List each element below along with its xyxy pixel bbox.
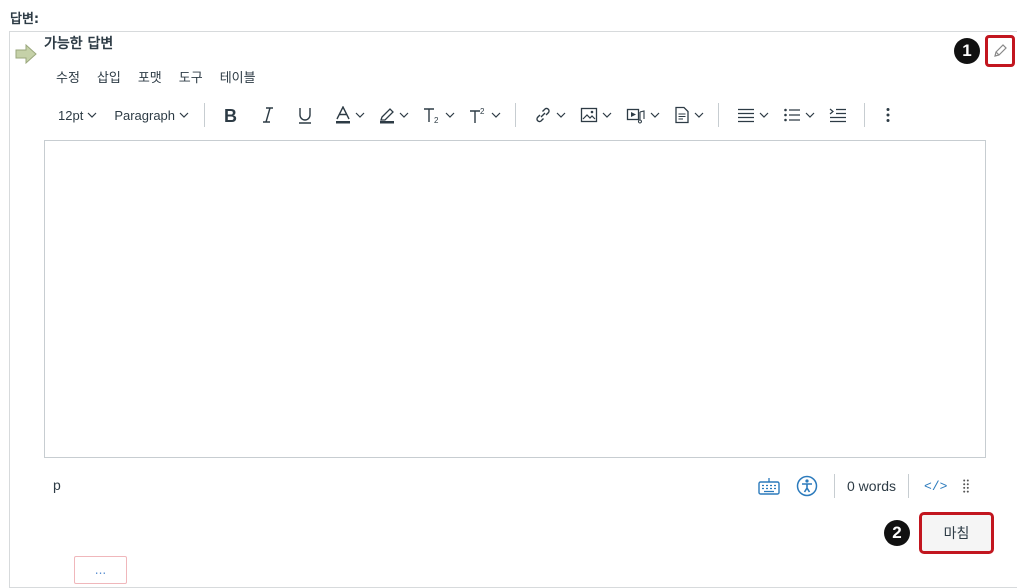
editor-statusbar: 0 words </> <box>758 472 970 500</box>
link-button[interactable] <box>534 106 566 124</box>
word-count[interactable]: 0 words <box>847 478 896 494</box>
text-color-icon <box>336 106 351 124</box>
image-icon <box>580 107 598 123</box>
document-icon <box>675 106 689 124</box>
media-icon <box>626 108 645 124</box>
subscript-icon: 2 <box>424 108 439 124</box>
underline-button[interactable] <box>297 106 313 124</box>
toolbar-divider <box>718 103 720 127</box>
highlight-color-button[interactable] <box>379 106 409 124</box>
menu-tools[interactable]: 도구 <box>179 67 203 86</box>
edit-answer-button[interactable] <box>985 35 1015 67</box>
chevron-down-icon <box>805 112 815 118</box>
bold-icon: B <box>224 106 237 124</box>
menu-edit[interactable]: 수정 <box>56 67 80 86</box>
chevron-down-icon <box>491 112 501 118</box>
done-button-label: 마침 <box>943 526 970 542</box>
toolbar-divider <box>515 103 517 127</box>
done-button[interactable]: 마침 <box>919 512 994 554</box>
media-button[interactable] <box>626 106 660 124</box>
chevron-down-icon <box>602 112 612 118</box>
element-path[interactable]: p <box>53 477 61 493</box>
answer-title: 가능한 답변 <box>44 36 114 52</box>
bullet-list-icon <box>784 108 801 122</box>
callout-2: 2 <box>884 520 910 546</box>
more-options-button[interactable] <box>885 106 891 124</box>
image-button[interactable] <box>580 106 612 124</box>
block-format-value: Paragraph <box>114 107 176 123</box>
chevron-down-icon <box>759 112 769 118</box>
keyboard-icon[interactable] <box>758 477 780 495</box>
indent-icon <box>829 108 847 123</box>
text-color-button[interactable] <box>335 106 365 124</box>
chevron-down-icon <box>87 112 97 118</box>
chevron-down-icon <box>445 112 455 118</box>
accessibility-icon[interactable] <box>796 475 818 497</box>
chevron-down-icon <box>650 112 660 118</box>
document-button[interactable] <box>674 106 704 124</box>
indent-button[interactable] <box>829 106 847 124</box>
menu-format[interactable]: 포맷 <box>138 67 162 86</box>
chevron-down-icon <box>399 112 409 118</box>
align-left-icon <box>738 108 755 123</box>
superscript-icon: 2 <box>470 107 485 123</box>
chevron-down-icon <box>179 112 189 118</box>
statusbar-divider <box>908 474 910 498</box>
arrow-right-icon <box>15 44 37 64</box>
menu-insert[interactable]: 삽입 <box>97 67 121 86</box>
highlighter-icon <box>380 108 395 124</box>
editor-toolbar: 12pt Paragraph B 2 2 <box>50 100 891 130</box>
resize-handle-icon[interactable] <box>963 479 970 493</box>
callout-1: 1 <box>954 38 980 64</box>
more-vertical-icon <box>886 108 890 122</box>
toolbar-divider <box>204 103 206 127</box>
editor-menubar: 수정 삽입 포맷 도구 테이블 <box>56 67 273 86</box>
html-editor-toggle[interactable]: </> <box>924 479 947 494</box>
bullet-list-button[interactable] <box>783 106 815 124</box>
block-format-dropdown[interactable]: Paragraph <box>114 108 189 123</box>
svg-text:2: 2 <box>480 107 485 116</box>
italic-button[interactable] <box>261 106 275 124</box>
underline-icon <box>299 108 312 124</box>
rich-text-editor-area[interactable] <box>44 140 986 458</box>
pencil-icon <box>994 44 1007 57</box>
answer-section-label: 답변: <box>10 12 40 27</box>
align-button[interactable] <box>737 106 769 124</box>
font-size-dropdown[interactable]: 12pt <box>58 108 97 123</box>
more-button[interactable]: ... <box>74 556 127 584</box>
superscript-button[interactable]: 2 <box>469 106 501 124</box>
svg-text:2: 2 <box>434 116 439 124</box>
subscript-button[interactable]: 2 <box>423 106 455 124</box>
svg-text:B: B <box>224 106 237 124</box>
font-size-value: 12pt <box>58 107 84 123</box>
toolbar-divider <box>864 103 866 127</box>
bold-button[interactable]: B <box>223 106 239 124</box>
italic-icon <box>263 107 274 123</box>
link-icon <box>536 107 550 123</box>
statusbar-divider <box>834 474 835 498</box>
chevron-down-icon <box>355 112 365 118</box>
chevron-down-icon <box>694 112 704 118</box>
chevron-down-icon <box>556 112 566 118</box>
menu-table[interactable]: 테이블 <box>220 67 256 86</box>
